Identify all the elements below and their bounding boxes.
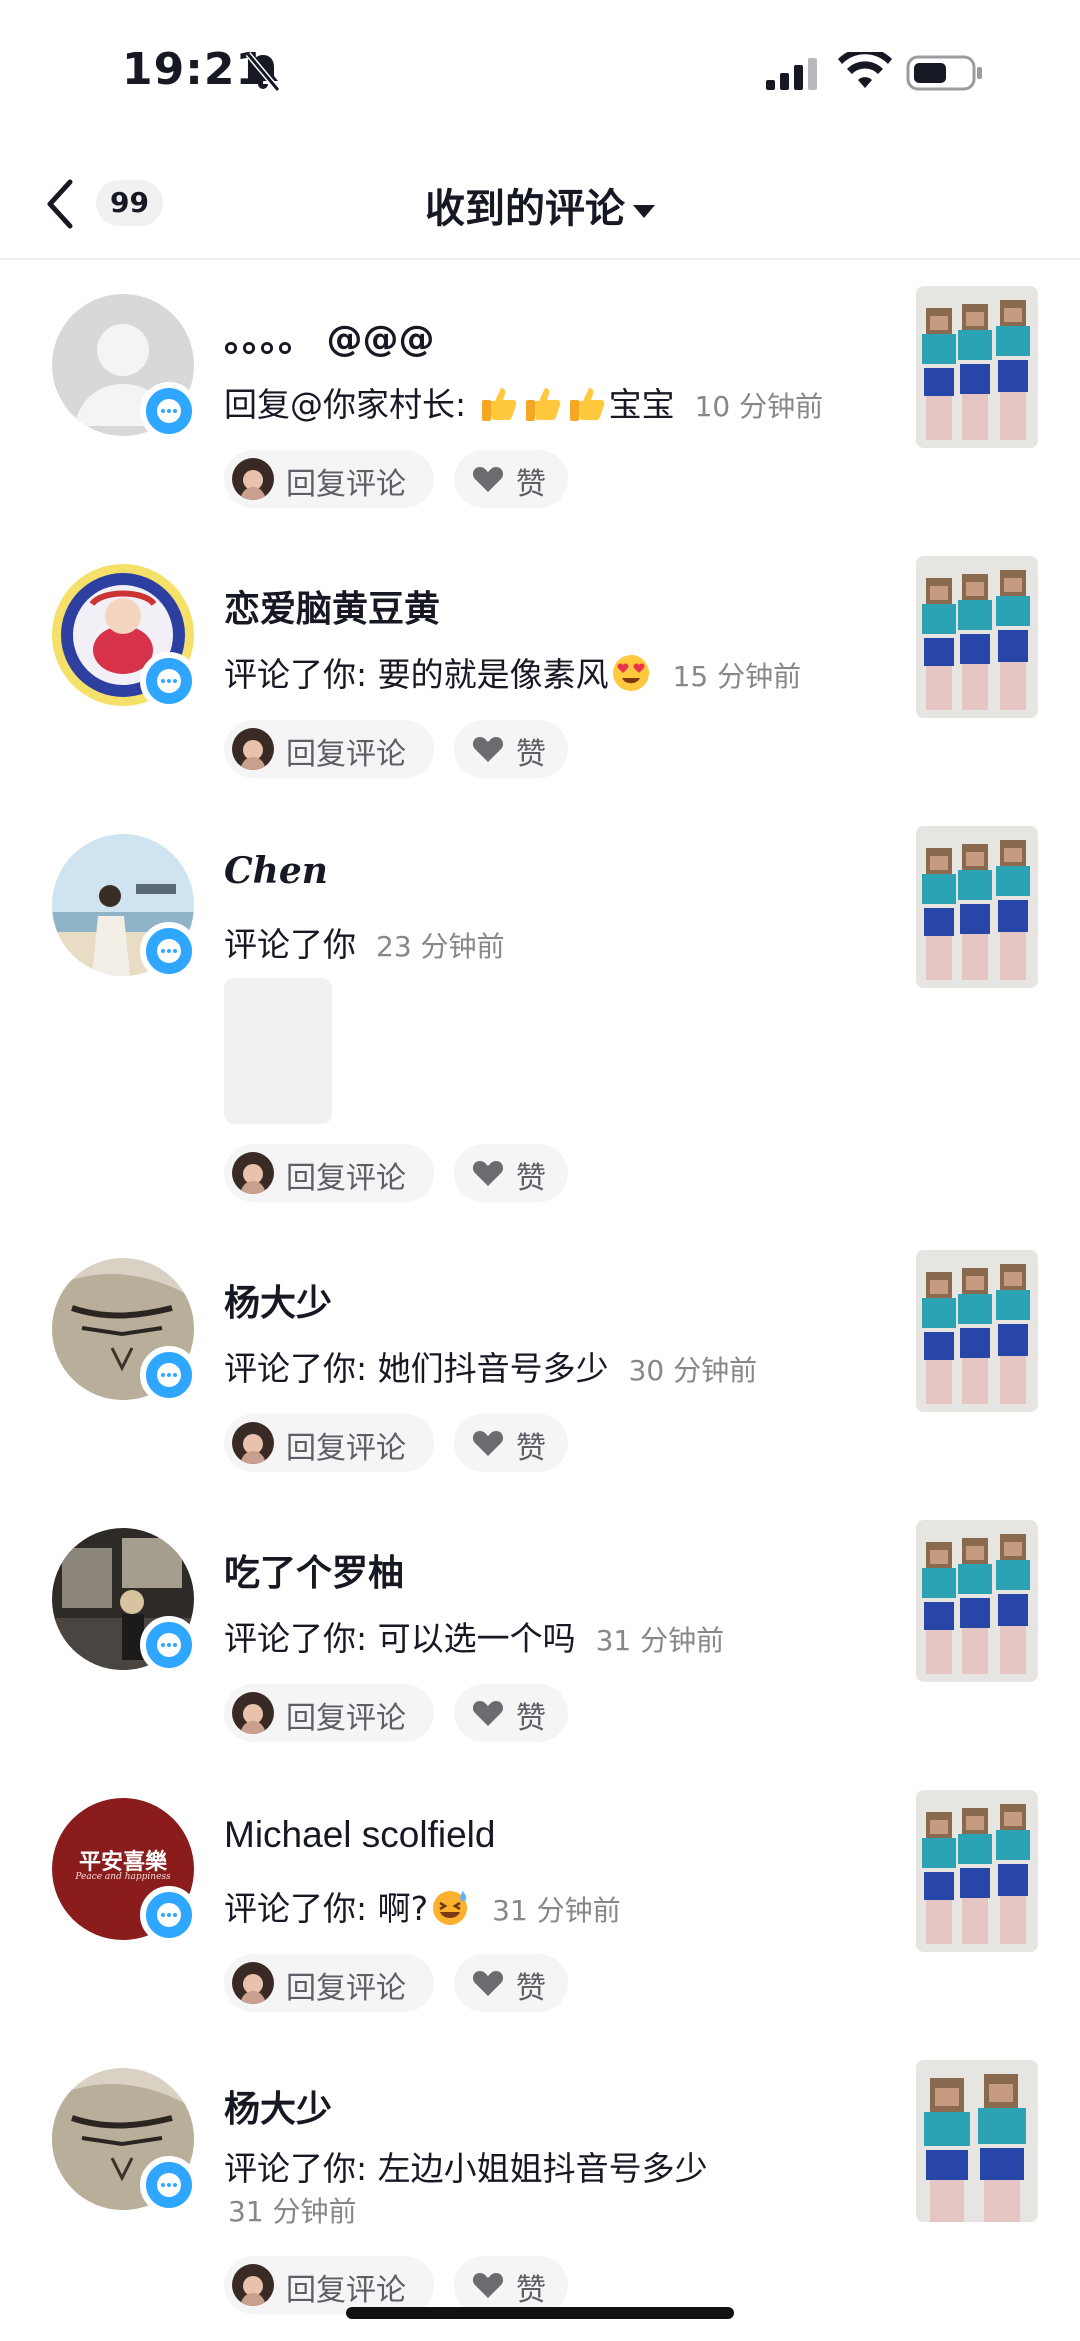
time-ago: 23 分钟前: [376, 930, 505, 963]
like-label: 赞: [516, 2273, 546, 2308]
caret-down-icon: [633, 204, 655, 218]
reply-comment-button[interactable]: 回复评论: [224, 1144, 434, 1202]
like-label: 赞: [516, 467, 546, 502]
heart-eyes-emoji: [612, 655, 649, 691]
time-ago: 15 分钟前: [672, 660, 802, 693]
reply-comment-button[interactable]: 回复评论: [224, 1954, 434, 2012]
video-thumbnail[interactable]: [916, 826, 1038, 988]
my-avatar: [232, 458, 274, 500]
my-avatar: [232, 1962, 274, 2004]
heart-icon: [472, 467, 504, 492]
reply-comment-label: 回复评论: [286, 467, 406, 502]
comment-badge-icon: [140, 1346, 198, 1404]
time-ago: 31 分钟前: [492, 1894, 621, 1927]
reply-comment-label: 回复评论: [286, 2273, 406, 2308]
nav-bar: 99 收到的评论: [0, 150, 1080, 260]
reply-comment-label: 回复评论: [286, 1431, 406, 1466]
my-avatar: [232, 2264, 274, 2306]
reply-comment-label: 回复评论: [286, 1971, 406, 2006]
reply-comment-button[interactable]: 回复评论: [224, 2256, 434, 2314]
time-ago: 10 分钟前: [694, 390, 824, 423]
like-button[interactable]: 赞: [454, 1954, 568, 2012]
like-label: 赞: [516, 1701, 546, 1736]
comment-text: 评论了你: 她们抖音号多少 30 分钟前: [224, 1349, 758, 1388]
reply-comment-button[interactable]: 回复评论: [224, 720, 434, 778]
my-avatar: [232, 1152, 274, 1194]
heart-icon: [472, 737, 504, 762]
comment-badge-icon: [140, 2156, 198, 2214]
video-thumbnail[interactable]: [916, 1250, 1038, 1412]
comment-badge-icon: [140, 1886, 198, 1944]
grinning-sweat-emoji: [433, 1891, 468, 1925]
thumbs-up-emoji: [481, 388, 516, 421]
video-thumbnail[interactable]: [916, 1790, 1038, 1952]
my-avatar: [232, 1692, 274, 1734]
like-button[interactable]: 赞: [454, 720, 568, 778]
avatar-subtext: Peace and happiness: [75, 1872, 171, 1882]
battery-icon: [906, 55, 982, 91]
like-label: 赞: [516, 737, 546, 772]
username[interactable]: 杨大少: [224, 2080, 332, 2132]
username[interactable]: Chen: [224, 850, 328, 892]
like-button[interactable]: 赞: [454, 450, 568, 508]
home-indicator[interactable]: [346, 2307, 734, 2319]
status-bar: 19:21: [0, 0, 1080, 140]
comment-text: 评论了你: 可以选一个吗 31 分钟前: [224, 1619, 725, 1658]
comment-image[interactable]: [224, 978, 332, 1124]
page-title-dropdown[interactable]: 收到的评论: [0, 176, 1080, 234]
comment-badge-icon: [140, 652, 198, 710]
username[interactable]: Michael scolfield: [224, 1814, 495, 1856]
like-button[interactable]: 赞: [454, 1144, 568, 1202]
comment-text: 评论了你: 左边小姐姐抖音号多少: [224, 2149, 708, 2188]
username[interactable]: 。。。。 @@@: [224, 310, 435, 362]
video-thumbnail[interactable]: [916, 286, 1038, 448]
comment-badge-icon: [140, 1616, 198, 1674]
reply-comment-button[interactable]: 回复评论: [224, 450, 434, 508]
time-ago: 31 分钟前: [228, 2195, 357, 2228]
heart-icon: [472, 1701, 504, 1726]
page-title: 收到的评论: [425, 186, 625, 232]
heart-icon: [472, 1161, 504, 1186]
like-label: 赞: [516, 1161, 546, 1196]
like-label: 赞: [516, 1431, 546, 1466]
like-button[interactable]: 赞: [454, 2256, 568, 2314]
username[interactable]: 吃了个罗柚: [224, 1544, 404, 1596]
username[interactable]: 杨大少: [224, 1274, 332, 1326]
heart-icon: [472, 1971, 504, 1996]
like-label: 赞: [516, 1971, 546, 2006]
username[interactable]: 恋爱脑黄豆黄: [224, 580, 440, 632]
thumbs-up-emoji: [569, 388, 604, 421]
comment-text: 评论了你: 要的就是像素风 15 分钟前: [224, 655, 802, 694]
reply-comment-label: 回复评论: [286, 1701, 406, 1736]
my-avatar: [232, 1422, 274, 1464]
bell-slash-icon: [245, 52, 281, 92]
video-thumbnail[interactable]: [916, 2060, 1038, 2222]
wifi-icon: [838, 52, 892, 88]
like-button[interactable]: 赞: [454, 1414, 568, 1472]
my-avatar: [232, 728, 274, 770]
video-thumbnail[interactable]: [916, 556, 1038, 718]
video-thumbnail[interactable]: [916, 1520, 1038, 1682]
reply-comment-button[interactable]: 回复评论: [224, 1684, 434, 1742]
reply-comment-label: 回复评论: [286, 1161, 406, 1196]
comment-text: 评论了你 23 分钟前: [224, 925, 505, 964]
thumbs-up-emoji: [525, 388, 560, 421]
comment-text: 回复@你家村长: 宝宝 10 分钟前: [224, 385, 824, 424]
time-ago: 30 分钟前: [628, 1354, 758, 1387]
comment-text: 评论了你: 啊? 31 分钟前: [224, 1889, 621, 1928]
heart-icon: [472, 1431, 504, 1456]
time-ago: 31 分钟前: [595, 1624, 725, 1657]
cellular-signal-icon: [766, 58, 817, 90]
comment-badge-icon: [140, 922, 198, 980]
comment-badge-icon: [140, 382, 198, 440]
heart-icon: [472, 2273, 504, 2298]
like-button[interactable]: 赞: [454, 1684, 568, 1742]
reply-comment-button[interactable]: 回复评论: [224, 1414, 434, 1472]
reply-comment-label: 回复评论: [286, 737, 406, 772]
